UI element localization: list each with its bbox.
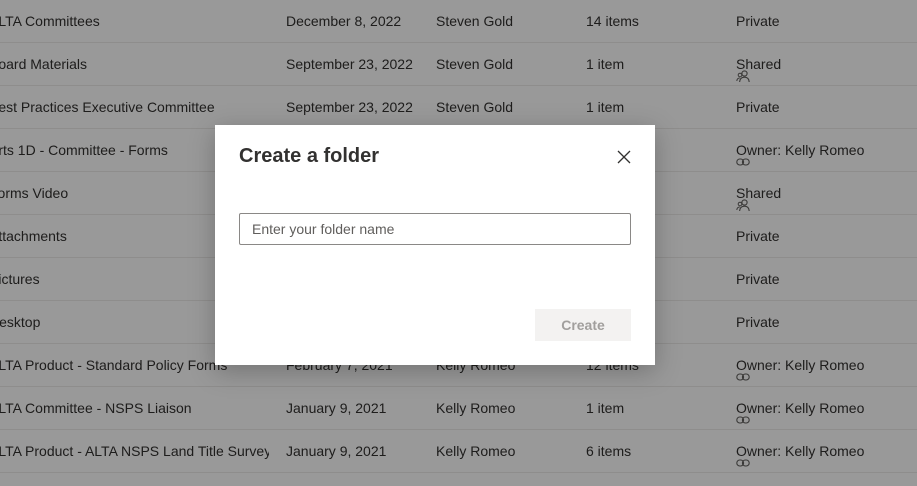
create-button[interactable]: Create	[535, 309, 631, 341]
close-button[interactable]	[613, 146, 635, 168]
folder-name-input[interactable]	[239, 213, 631, 245]
close-icon	[617, 150, 631, 164]
dialog-title: Create a folder	[239, 145, 380, 167]
create-folder-dialog: Create a folder Create	[215, 125, 655, 365]
